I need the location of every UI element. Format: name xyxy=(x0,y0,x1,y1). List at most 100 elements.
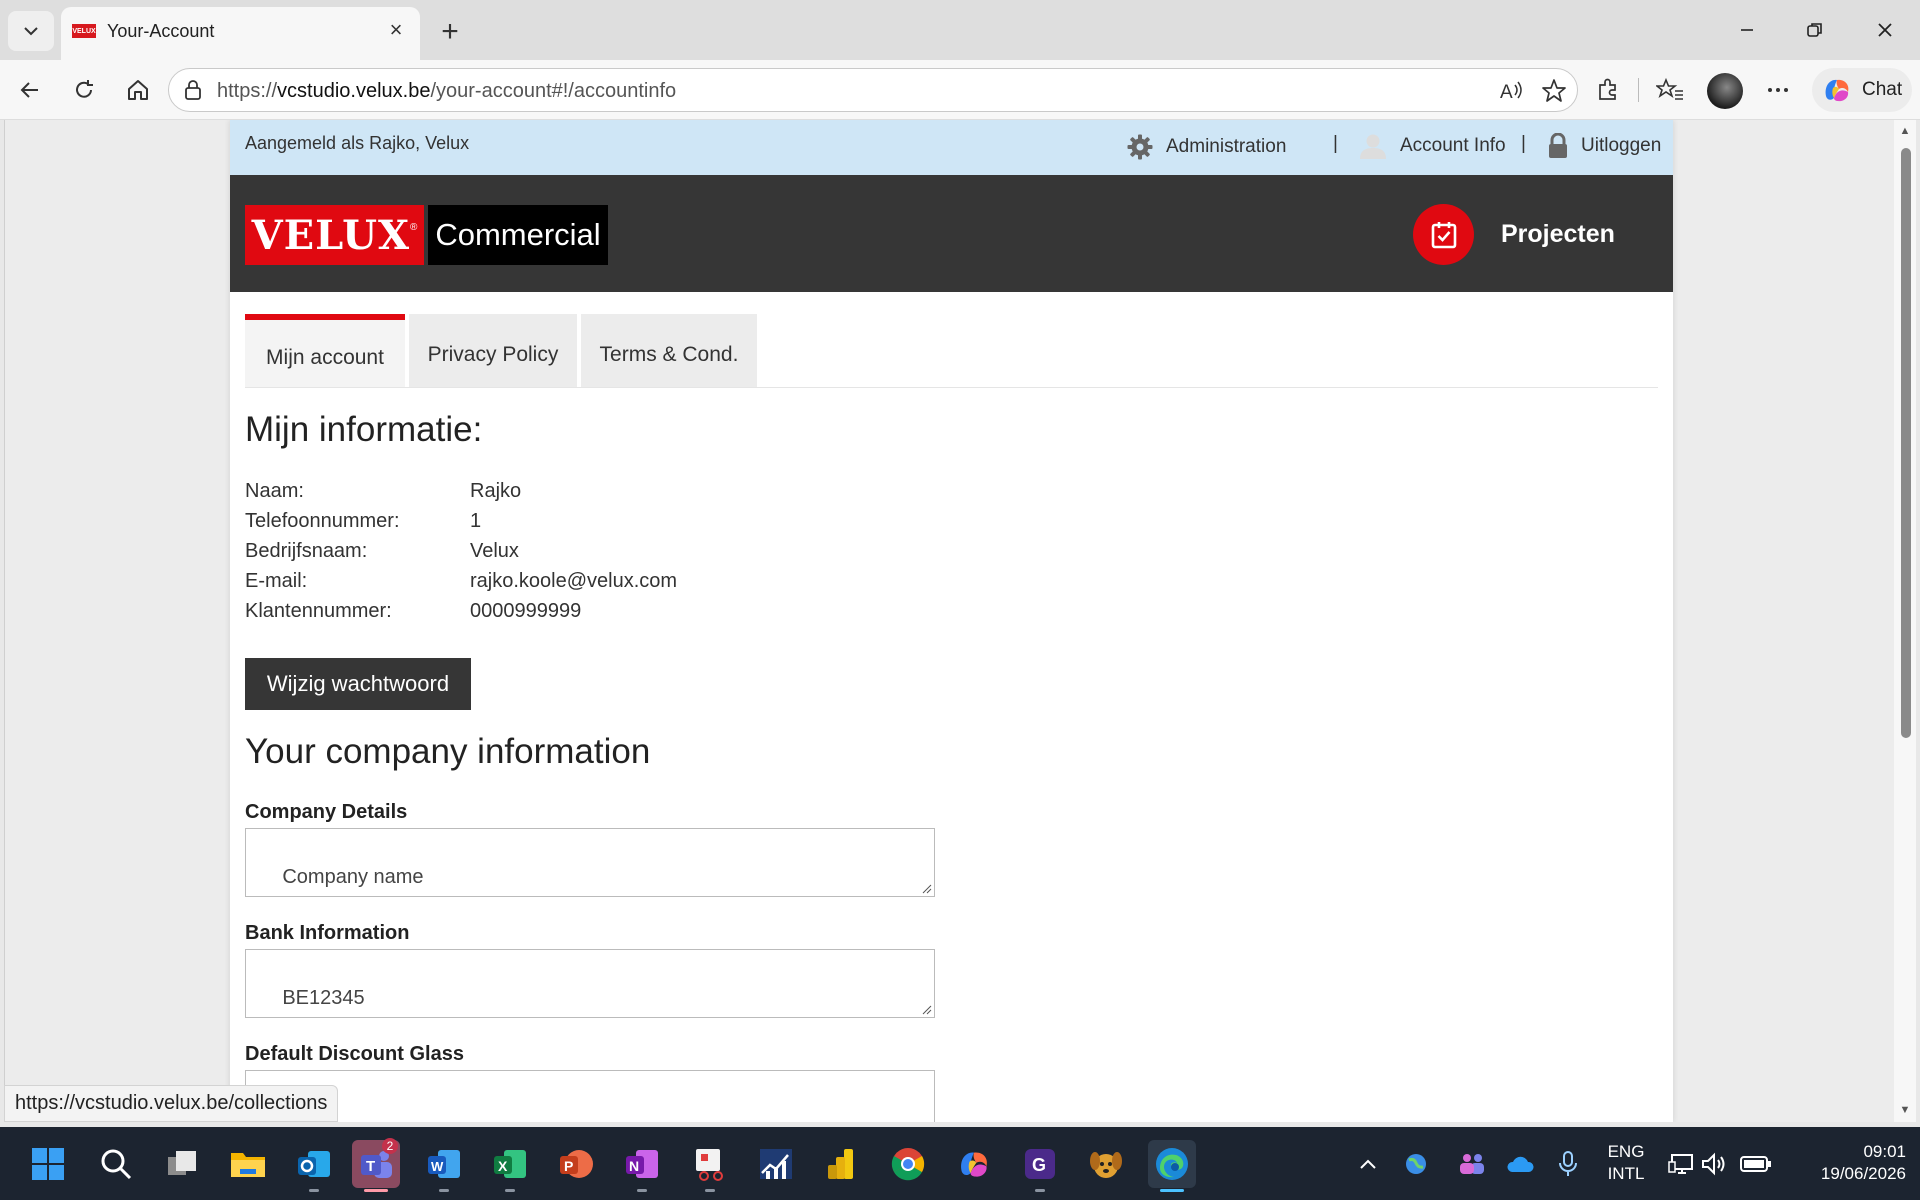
velux-page: Aangemeld als Rajko, Velux Administratio… xyxy=(230,120,1673,1122)
velux-logo[interactable]: VELUX ® xyxy=(245,205,424,265)
administration-label: Administration xyxy=(1166,136,1287,157)
more-dots-icon xyxy=(1768,88,1788,92)
show-hidden-icons-button[interactable] xyxy=(1352,1140,1384,1188)
taskbar-excel[interactable]: X xyxy=(486,1140,534,1192)
taskbar-word[interactable]: W xyxy=(420,1140,468,1192)
back-button[interactable] xyxy=(12,72,48,108)
taskbar-copilot[interactable] xyxy=(950,1140,998,1188)
more-options-button[interactable] xyxy=(1760,72,1796,108)
windows-taskbar: T 2 W X P N G ENG INTL 09:01 19/06/2026 xyxy=(0,1127,1920,1200)
tray-teams[interactable] xyxy=(1456,1140,1488,1188)
refresh-button[interactable] xyxy=(66,72,102,108)
taskbar-snipping-tool[interactable] xyxy=(686,1140,734,1192)
powerpoint-icon: P xyxy=(560,1150,593,1178)
onenote-icon: N xyxy=(626,1150,658,1178)
taskbar-gitkraken[interactable]: G xyxy=(1016,1140,1064,1192)
home-icon xyxy=(128,80,148,100)
restore-button[interactable] xyxy=(1792,10,1838,50)
tray-network[interactable] xyxy=(1666,1140,1696,1188)
taskbar-stocks-app[interactable] xyxy=(752,1140,800,1188)
tray-microphone[interactable] xyxy=(1552,1140,1584,1188)
start-button[interactable] xyxy=(24,1140,72,1188)
task-view-icon xyxy=(168,1151,196,1175)
scroll-down-arrow-icon[interactable]: ▼ xyxy=(1898,1103,1912,1117)
taskbar-search[interactable] xyxy=(92,1140,140,1188)
microphone-icon xyxy=(1559,1151,1577,1176)
svg-text:X: X xyxy=(498,1158,508,1174)
default-discount-glass-label: Default Discount Glass xyxy=(245,1043,464,1065)
change-password-button[interactable]: Wijzig wachtwoord xyxy=(245,658,471,710)
tab-list-button[interactable] xyxy=(8,11,54,51)
scroll-up-arrow-icon[interactable]: ▲ xyxy=(1898,124,1912,138)
favorites-button[interactable] xyxy=(1652,72,1688,108)
extensions-button[interactable] xyxy=(1590,72,1626,108)
tray-onedrive[interactable] xyxy=(1504,1140,1536,1188)
url-prefix: https:// xyxy=(217,80,278,102)
url-text[interactable]: https://vcstudio.velux.be/your-account#!… xyxy=(217,80,676,103)
taskbar-file-explorer[interactable] xyxy=(224,1140,272,1188)
refresh-icon xyxy=(76,80,93,98)
home-button[interactable] xyxy=(120,72,156,108)
input-language-indicator[interactable]: ENG INTL xyxy=(1596,1141,1656,1185)
resize-grip-icon[interactable] xyxy=(922,1005,932,1015)
power-bi-icon xyxy=(828,1149,853,1179)
clock[interactable]: 09:01 19/06/2026 xyxy=(1788,1141,1906,1185)
tab-privacy-policy[interactable]: Privacy Policy xyxy=(409,314,577,387)
lang-line2: INTL xyxy=(1607,1164,1645,1183)
projects-link[interactable]: Projecten xyxy=(1501,220,1615,249)
tray-volume[interactable] xyxy=(1700,1140,1730,1188)
administration-link[interactable]: Administration xyxy=(1126,133,1286,161)
taskbar-chrome[interactable] xyxy=(884,1140,932,1188)
profile-avatar[interactable] xyxy=(1707,73,1743,109)
running-indicator xyxy=(637,1189,647,1192)
svg-text:N: N xyxy=(629,1158,639,1174)
running-indicator xyxy=(505,1189,515,1192)
word-icon: W xyxy=(428,1150,460,1178)
address-bar[interactable]: https://vcstudio.velux.be/your-account#!… xyxy=(168,68,1578,112)
running-indicator xyxy=(705,1189,715,1192)
g-app-icon: G xyxy=(1025,1149,1055,1179)
clock-time: 09:01 xyxy=(1863,1142,1906,1161)
excel-icon: X xyxy=(494,1150,526,1178)
logout-link[interactable]: Uitloggen xyxy=(1547,133,1661,159)
projects-button[interactable] xyxy=(1413,204,1474,265)
close-window-button[interactable] xyxy=(1862,10,1908,50)
taskbar-power-bi[interactable] xyxy=(818,1140,866,1188)
taskbar-onenote[interactable]: N xyxy=(618,1140,666,1192)
tray-globe[interactable] xyxy=(1400,1140,1432,1188)
tab-terms-conditions[interactable]: Terms & Cond. xyxy=(581,314,757,387)
copilot-chat-button[interactable]: Chat xyxy=(1812,68,1912,112)
info-value: Velux xyxy=(470,540,519,562)
taskbar-outlook[interactable] xyxy=(290,1140,338,1192)
task-view-button[interactable] xyxy=(158,1140,206,1188)
new-tab-button[interactable]: + xyxy=(432,14,468,50)
restore-icon xyxy=(1807,23,1822,37)
url-path: /your-account#!/accountinfo xyxy=(430,80,677,102)
tray-battery[interactable] xyxy=(1738,1140,1774,1188)
taskbar-edge[interactable] xyxy=(1148,1140,1196,1192)
favorites-list-icon xyxy=(1656,77,1683,100)
teams-icon xyxy=(1460,1154,1484,1174)
lock-icon[interactable] xyxy=(183,79,203,101)
scroll-thumb[interactable] xyxy=(1901,148,1911,738)
tab-mijn-account[interactable]: Mijn account xyxy=(245,314,405,387)
bank-information-textarea[interactable]: BE12345 xyxy=(245,949,935,1018)
account-info-label: Account Info xyxy=(1400,135,1506,156)
taskbar-dog-app[interactable] xyxy=(1082,1140,1130,1188)
company-details-textarea[interactable]: Company name Street123 xyxy=(245,828,935,897)
taskbar-powerpoint[interactable]: P xyxy=(552,1140,600,1188)
default-discount-glass-textarea[interactable] xyxy=(245,1070,935,1122)
svg-text:A: A xyxy=(1500,82,1513,103)
minimize-button[interactable] xyxy=(1724,10,1770,50)
resize-grip-icon[interactable] xyxy=(922,884,932,894)
read-aloud-icon[interactable]: A xyxy=(1499,79,1525,108)
account-info-link[interactable]: Account Info xyxy=(1358,133,1506,159)
page-scrollbar[interactable]: ▲ ▼ xyxy=(1894,120,1916,1122)
taskbar-teams[interactable]: T 2 xyxy=(352,1138,400,1192)
browser-tab-active[interactable]: VELUX Your-Account × xyxy=(61,7,420,60)
commercial-logo[interactable]: Commercial xyxy=(428,205,608,265)
close-tab-icon[interactable]: × xyxy=(384,17,408,42)
favorite-star-icon[interactable] xyxy=(1541,78,1567,109)
battery-icon xyxy=(1740,1156,1771,1172)
running-indicator xyxy=(309,1189,319,1192)
